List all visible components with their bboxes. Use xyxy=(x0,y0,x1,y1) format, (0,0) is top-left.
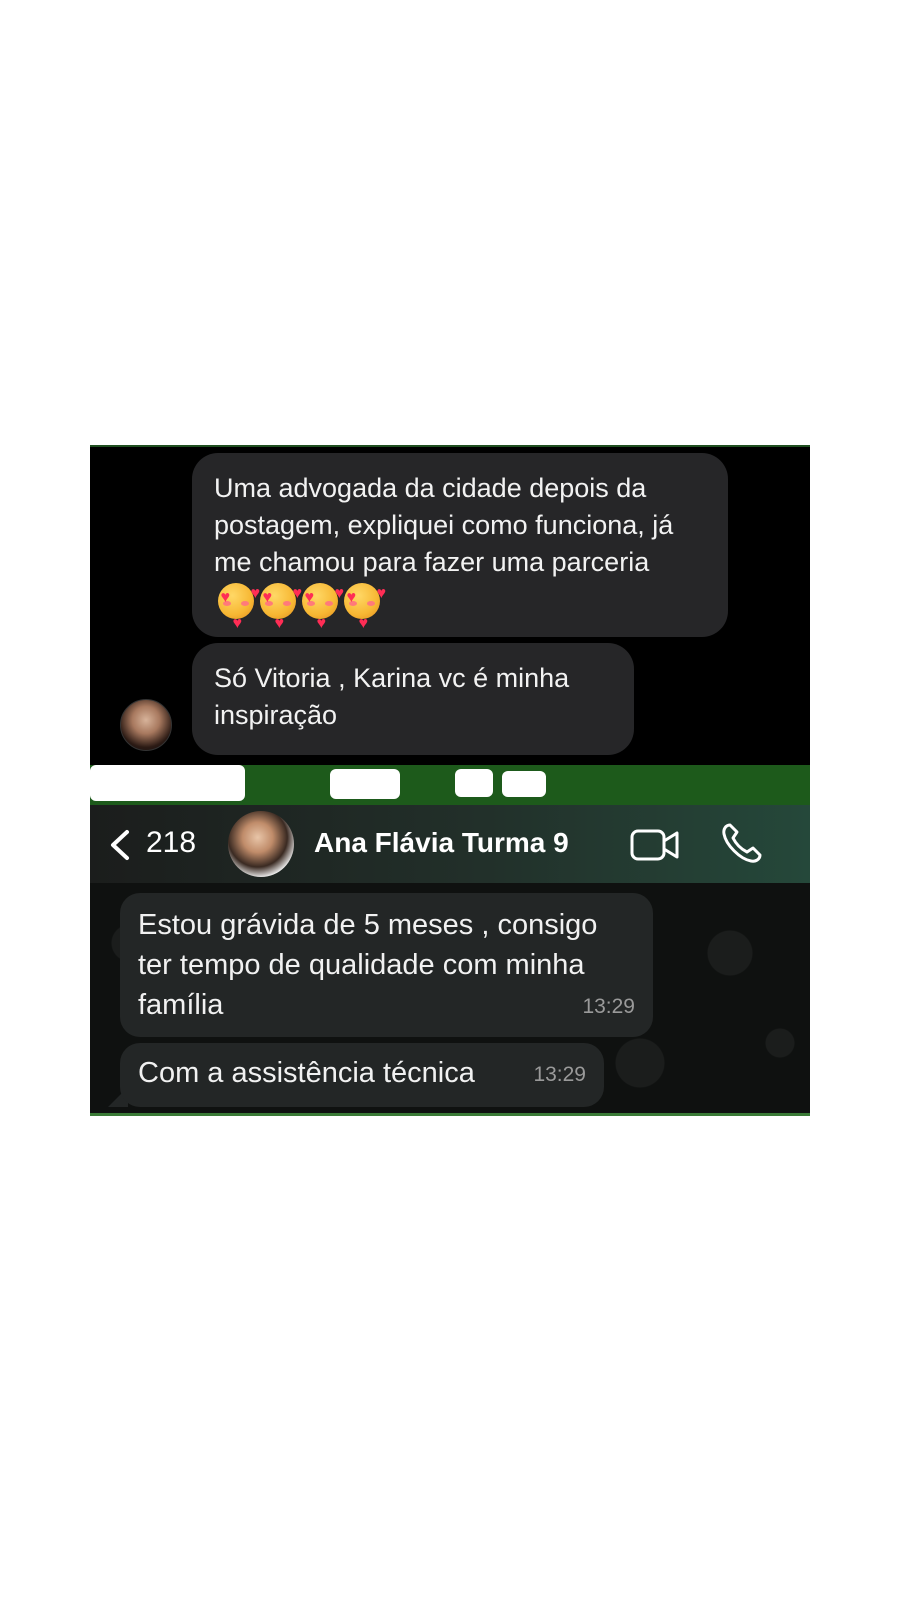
chat-messages-area[interactable]: Estou grávida de 5 meses , consigo ter t… xyxy=(90,883,810,1113)
message-time: 13:29 xyxy=(582,995,635,1018)
chat-header: 218 Ana Flávia Turma 9 xyxy=(90,805,810,883)
message-time: 13:29 xyxy=(533,1063,586,1086)
crop-artifact xyxy=(90,765,245,801)
message-text: Uma advogada da cidade depois da postage… xyxy=(214,473,674,577)
smiling-face-with-hearts-icon xyxy=(302,575,344,619)
message-bubble-2[interactable]: Só Vitoria , Karina vc é minha inspiraçã… xyxy=(192,643,634,755)
smiling-face-with-hearts-icon xyxy=(218,575,260,619)
message-text: Com a assistência técnica xyxy=(138,1057,475,1089)
incoming-message-2[interactable]: Com a assistência técnica 13:29 xyxy=(120,1043,604,1107)
back-chevron-icon[interactable] xyxy=(108,829,132,861)
whatsapp-chat-screenshot: 218 Ana Flávia Turma 9 Estou grávida de … xyxy=(90,805,810,1116)
crop-artifact xyxy=(330,769,400,799)
crop-artifact xyxy=(502,771,546,797)
contact-avatar[interactable] xyxy=(228,811,294,877)
message-text: Estou grávida de 5 meses , consigo ter t… xyxy=(138,909,598,1021)
incoming-message-1[interactable]: Estou grávida de 5 meses , consigo ter t… xyxy=(120,893,653,1037)
emoji-row xyxy=(218,575,386,619)
smiling-face-with-hearts-icon xyxy=(260,575,302,619)
message-text: Só Vitoria , Karina vc é minha inspiraçã… xyxy=(214,663,570,730)
message-bubble-1[interactable]: Uma advogada da cidade depois da postage… xyxy=(192,453,728,637)
cropped-divider-strip xyxy=(90,765,810,805)
crop-artifact xyxy=(455,769,493,797)
unread-count[interactable]: 218 xyxy=(146,826,196,860)
smiling-face-with-hearts-icon xyxy=(344,575,386,619)
sender-avatar[interactable] xyxy=(120,699,172,751)
phone-call-icon[interactable] xyxy=(720,821,764,865)
contact-name[interactable]: Ana Flávia Turma 9 xyxy=(314,827,569,859)
video-call-icon[interactable] xyxy=(630,825,680,865)
top-chat-screenshot: Uma advogada da cidade depois da postage… xyxy=(90,445,810,765)
